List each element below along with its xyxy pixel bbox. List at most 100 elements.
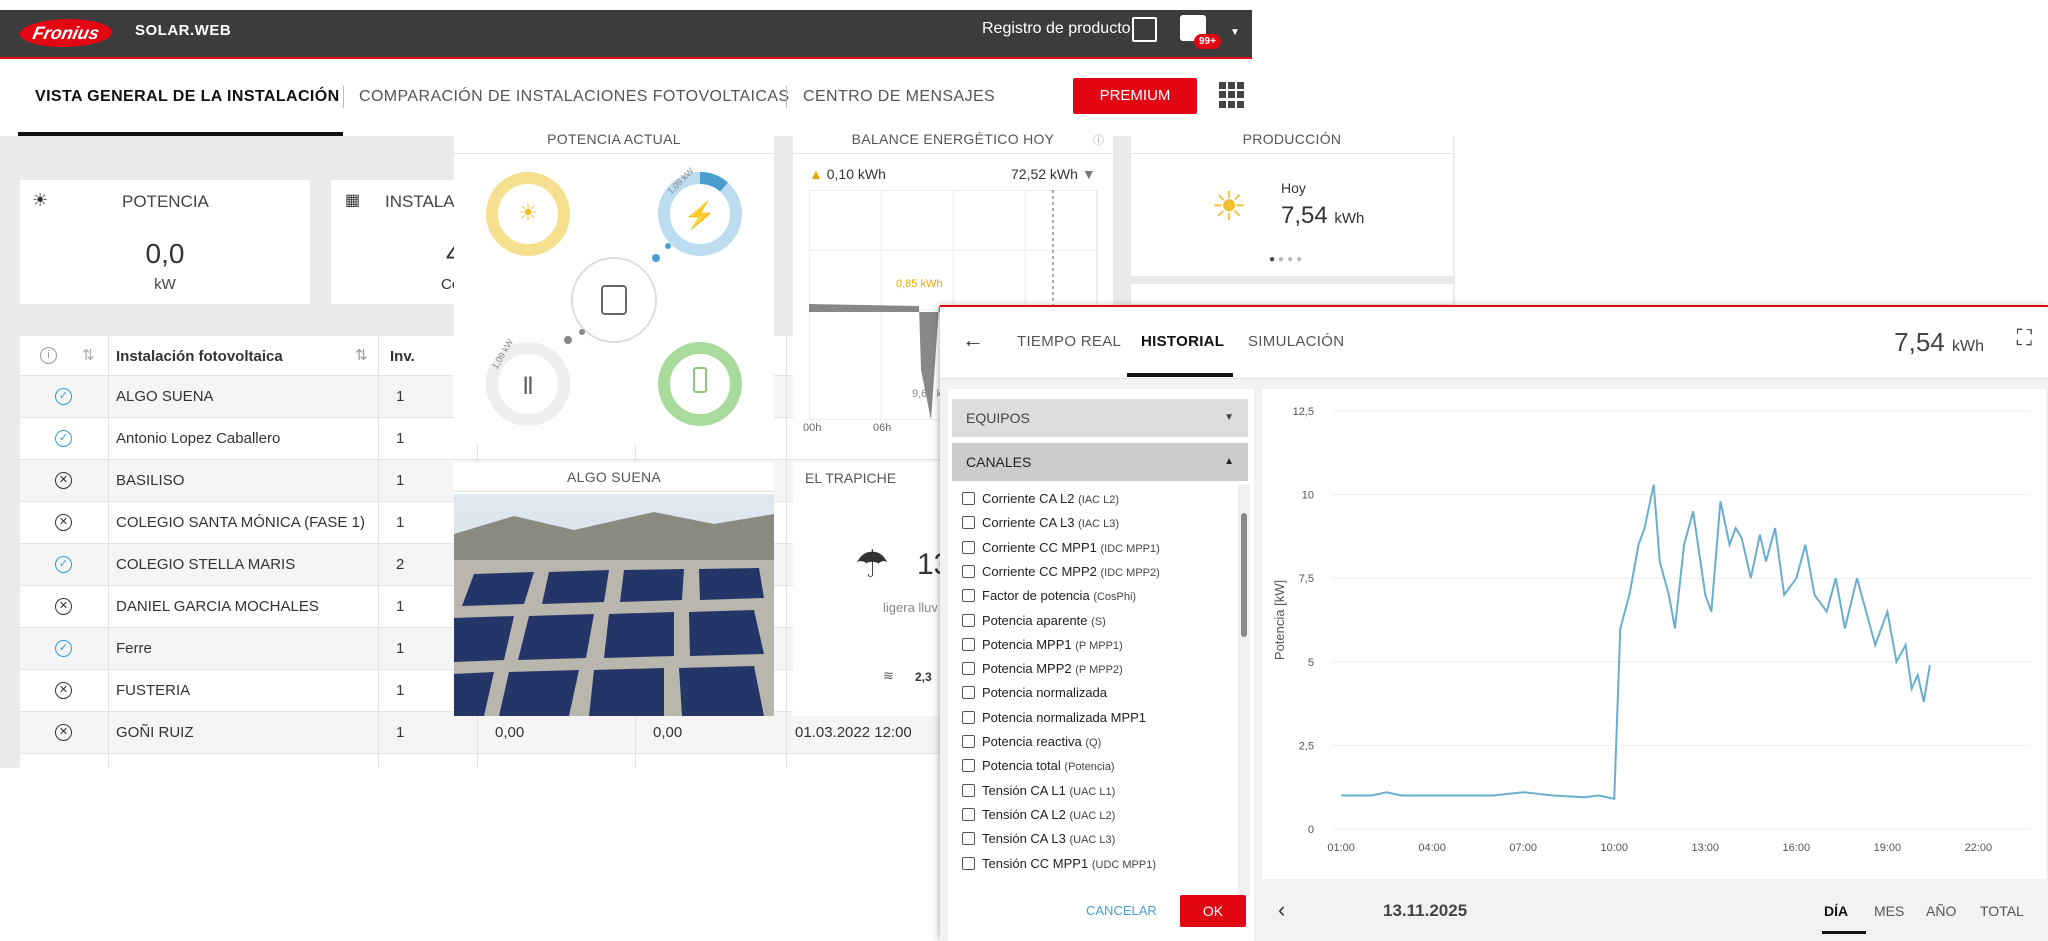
channel-checkbox[interactable]: Corriente CC MPP1 (IDC MPP1) — [962, 538, 1160, 558]
sort-icon[interactable]: ⇅ — [82, 346, 95, 364]
inverter-count: 1 — [396, 472, 405, 489]
period-year[interactable]: AÑO — [1926, 903, 1956, 919]
channel-code: (UAC L3) — [1069, 834, 1116, 847]
table-row[interactable]: ✕ GOÑI RUIZ 1 0,00 0,00 01.03.2022 12:00 — [20, 712, 960, 754]
sun-icon: ☀ — [1211, 185, 1247, 229]
channel-checkbox[interactable]: Potencia MPP1 (P MPP1) — [962, 635, 1123, 655]
tab-comparison[interactable]: COMPARACIÓN DE INSTALACIONES FOTOVOLTAIC… — [359, 88, 790, 106]
installation-name[interactable]: GOÑI RUIZ — [116, 724, 194, 741]
premium-button[interactable]: PREMIUM — [1073, 78, 1197, 114]
channel-checkbox[interactable]: Potencia normalizada — [962, 683, 1107, 703]
active-tab-underline — [1127, 373, 1233, 377]
tab-history[interactable]: HISTORIAL — [1141, 333, 1224, 350]
scrollbar[interactable] — [1238, 485, 1250, 895]
installation-name[interactable]: FUSTERIA — [116, 682, 190, 699]
checkbox[interactable] — [962, 783, 975, 797]
checkbox[interactable] — [962, 856, 975, 870]
channel-checkbox[interactable]: Corriente CA L2 (IAC L2) — [962, 489, 1119, 509]
info-icon[interactable]: ⓘ — [1093, 132, 1104, 148]
installation-name[interactable]: DANIEL GARCIA MOCHALES — [116, 598, 319, 615]
checkbox[interactable] — [962, 710, 975, 724]
period-day[interactable]: DÍA — [1824, 903, 1848, 919]
installation-name[interactable]: COLEGIO STELLA MARIS — [116, 556, 295, 573]
installation-name[interactable]: COLEGIO SANTA MÓNICA (FASE 1) — [116, 514, 365, 531]
channel-checkbox[interactable]: Tensión CA L1 (UAC L1) — [962, 781, 1115, 801]
column-header-inverters[interactable]: Inv. — [390, 348, 415, 365]
wind-icon: ≋ — [883, 668, 894, 683]
channels-accordion[interactable]: CANALES ▲ — [952, 443, 1248, 481]
channel-label: Factor de potencia — [982, 588, 1090, 604]
checkbox[interactable] — [962, 735, 975, 748]
channel-checkbox[interactable]: Corriente CC MPP2 (IDC MPP2) — [962, 562, 1160, 582]
column-divider — [108, 336, 109, 768]
channel-code: (UAC L2) — [1069, 809, 1116, 822]
cell-value: 0,00 — [495, 724, 525, 741]
channel-label: Potencia reactiva — [982, 734, 1082, 749]
inverter-count: 1 — [396, 388, 405, 405]
channel-checkbox[interactable]: Tensión CC MPP1 (UDC MPP1) — [962, 854, 1156, 874]
checkbox[interactable] — [962, 564, 975, 578]
back-arrow-icon[interactable]: ← — [962, 327, 984, 353]
apps-grid-icon[interactable] — [1219, 82, 1245, 108]
fullscreen-icon[interactable]: ⛶ — [2017, 325, 2032, 351]
scrollbar-thumb[interactable] — [1241, 513, 1247, 637]
y-tick-label: 5 — [1308, 657, 1314, 669]
info-icon[interactable]: i — [40, 347, 57, 364]
rain-cloud-icon: ☂ — [855, 544, 890, 586]
cancel-button[interactable]: CANCELAR — [1086, 903, 1157, 918]
installation-card-title: INSTALA — [385, 192, 455, 211]
checkbox[interactable] — [962, 686, 975, 700]
weather-description: ligera lluv — [883, 600, 938, 615]
tab-simulation[interactable]: SIMULACIÓN — [1248, 333, 1344, 350]
svg-text:⚡: ⚡ — [684, 200, 716, 231]
channel-checkbox[interactable]: Tensión CA L2 (UAC L2) — [962, 805, 1115, 825]
history-header: ← TIEMPO REAL HISTORIAL SIMULACIÓN 7,54 … — [940, 307, 2048, 379]
ok-button[interactable]: OK — [1180, 895, 1246, 927]
solar-panel-icon: ▦ — [345, 192, 361, 209]
checkbox[interactable] — [962, 637, 975, 651]
checkbox[interactable] — [962, 540, 975, 554]
tab-messages[interactable]: CENTRO DE MENSAJES — [803, 88, 995, 106]
installation-name[interactable]: ALGO SUENA — [116, 388, 214, 405]
sort-icon[interactable]: ⇅ — [355, 346, 368, 364]
channel-checkbox[interactable]: Potencia total (Potencia) — [962, 756, 1115, 776]
chevron-left-icon[interactable]: ‹ — [1278, 897, 1285, 923]
checkbox[interactable] — [962, 589, 975, 603]
checkbox[interactable] — [962, 516, 975, 530]
checkbox[interactable] — [962, 613, 975, 627]
installation-name[interactable]: Ferre — [116, 640, 152, 657]
checkbox[interactable] — [962, 662, 975, 676]
channel-checkbox[interactable]: Potencia normalizada MPP1 — [962, 708, 1146, 728]
certificate-icon[interactable] — [1132, 17, 1157, 42]
checkbox[interactable] — [962, 807, 975, 821]
channel-checkbox[interactable]: Tensión CA L3 (UAC L3) — [962, 829, 1115, 849]
period-total[interactable]: TOTAL — [1980, 903, 2024, 919]
carousel-dots[interactable]: ●●●● — [1269, 254, 1305, 265]
channel-checkbox[interactable]: Factor de potencia (CosPhi) — [962, 586, 1136, 606]
power-card: ☀ POTENCIA 0,0 kW — [20, 180, 310, 304]
fronius-logo[interactable]: Fronius — [17, 19, 115, 47]
active-period-underline — [1822, 931, 1866, 934]
product-register-link[interactable]: Registro de producto — [982, 20, 1131, 38]
production-widget: PRODUCCIÓN ☀ Hoy 7,54 kWh ●●●● — [1131, 124, 1453, 276]
y-tick-label: 2,5 — [1299, 740, 1314, 752]
channel-checkbox[interactable]: Potencia MPP2 (P MPP2) — [962, 659, 1123, 679]
balance-max: 72,52 kWh ▼ — [1011, 166, 1096, 182]
checkbox[interactable] — [962, 832, 975, 846]
channel-checkbox[interactable]: Potencia reactiva (Q) — [962, 732, 1101, 752]
checkbox[interactable] — [962, 492, 975, 505]
installation-name[interactable]: Antonio Lopez Caballero — [116, 430, 280, 447]
check-circle-icon: ✓ — [55, 388, 72, 405]
inverter-count: 1 — [396, 724, 405, 741]
checkbox[interactable] — [962, 759, 975, 773]
x-circle-icon: ✕ — [55, 514, 72, 531]
tab-overview[interactable]: VISTA GENERAL DE LA INSTALACIÓN — [35, 88, 340, 106]
installation-name[interactable]: BASILISO — [116, 472, 184, 489]
tab-realtime[interactable]: TIEMPO REAL — [1017, 333, 1121, 350]
channel-checkbox[interactable]: Potencia aparente (S) — [962, 611, 1106, 631]
period-month[interactable]: MES — [1874, 903, 1904, 919]
column-header-installation[interactable]: Instalación fotovoltaica — [116, 348, 283, 365]
chevron-down-icon[interactable]: ▼ — [1230, 27, 1240, 38]
channel-checkbox[interactable]: Corriente CA L3 (IAC L3) — [962, 513, 1119, 533]
equipment-accordion[interactable]: EQUIPOS ▼ — [952, 399, 1248, 437]
